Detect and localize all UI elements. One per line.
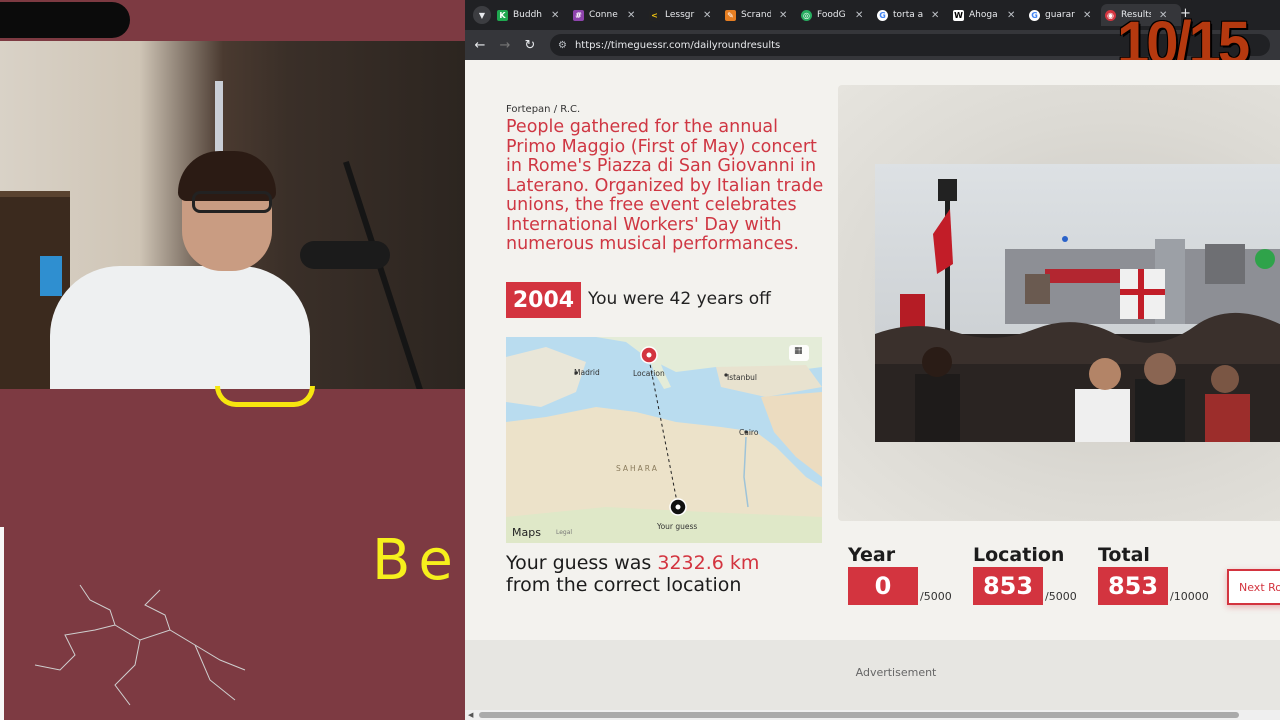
streamer-glasses	[192, 191, 272, 213]
tab-ahoga[interactable]: W Ahoga ✕	[953, 4, 1025, 26]
scrollbar-thumb[interactable]	[479, 712, 1239, 718]
yellow-drawing-stroke	[215, 386, 315, 407]
browser-window: ▼ K Buddh ✕ # Conne ✕ < Lessgr ✕ ✎ Scran…	[465, 0, 1280, 720]
arrow-right-icon: →	[499, 37, 511, 53]
back-button[interactable]: ←	[471, 36, 489, 54]
tab-conne[interactable]: # Conne ✕	[573, 4, 645, 26]
white-edge	[0, 527, 4, 720]
forward-button[interactable]: →	[496, 36, 514, 54]
map-label-sahara: SAHARA	[616, 464, 659, 473]
scribble-drawing	[34, 584, 246, 706]
close-icon[interactable]: ✕	[703, 10, 711, 21]
photo-credit: Fortepan / R.C.	[506, 104, 581, 115]
guess-distance-text: Your guess was 3232.6 km from the correc…	[506, 552, 760, 596]
map-graphic	[506, 337, 822, 543]
close-icon[interactable]: ✕	[1083, 10, 1091, 21]
map-label-madrid: Madrid	[574, 368, 600, 377]
close-icon[interactable]: ✕	[1007, 10, 1015, 21]
location-score-max: /5000	[1045, 590, 1077, 603]
next-round-button[interactable]: Next Ro	[1227, 569, 1280, 605]
close-icon[interactable]: ✕	[551, 10, 559, 21]
map-type-icon[interactable]: ▦	[794, 346, 803, 356]
map-label-cairo: Cairo	[739, 428, 759, 437]
tab-torta[interactable]: G torta a ✕	[877, 4, 949, 26]
webcam-feed	[0, 41, 465, 389]
microphone	[300, 241, 390, 269]
total-score-value: 853	[1098, 567, 1168, 605]
tab-scrand[interactable]: ✎ Scrand ✕	[725, 4, 797, 26]
maps-logo: Maps	[512, 526, 541, 539]
black-brush-stroke	[0, 2, 130, 38]
scroll-left-icon[interactable]: ◀	[468, 711, 473, 719]
site-settings-icon[interactable]: ⚙	[558, 40, 567, 51]
location-score-label: Location	[973, 544, 1065, 566]
year-score-max: /5000	[920, 590, 952, 603]
scramble-icon: ✎	[725, 9, 736, 21]
round-photo	[875, 164, 1280, 442]
wikipedia-icon: W	[953, 9, 964, 21]
concert-crowd-image	[875, 164, 1280, 442]
grid-icon: #	[573, 9, 584, 21]
reload-button[interactable]: ↻	[521, 36, 539, 54]
cup	[40, 256, 62, 296]
google-icon: G	[877, 9, 888, 21]
guess-distance-value: 3232.6 km	[657, 552, 760, 574]
results-page: Fortepan / R.C. People gathered for the …	[465, 60, 1280, 720]
tab-guarar[interactable]: G guarar ✕	[1029, 4, 1101, 26]
horizontal-scrollbar[interactable]: ◀	[465, 710, 1280, 720]
chevron-icon: <	[649, 9, 660, 21]
event-description: People gathered for the annual Primo Mag…	[506, 117, 824, 254]
year-score-label: Year	[848, 544, 896, 566]
tab-search-button[interactable]: ▼	[473, 6, 491, 24]
map-label-your-guess: Your guess	[657, 522, 698, 531]
years-off-text: You were 42 years off	[588, 289, 771, 309]
map-label-location: Location	[633, 369, 665, 378]
close-icon[interactable]: ✕	[779, 10, 787, 21]
mic-arm	[343, 160, 423, 389]
globe-icon: ◎	[801, 9, 812, 21]
tab-lessgr[interactable]: < Lessgr ✕	[649, 4, 721, 26]
chevron-down-icon: ▼	[478, 10, 486, 20]
google-icon: G	[1029, 9, 1040, 21]
handwriting-text: Be	[372, 528, 461, 593]
map-label-istanbul: Istanbul	[727, 373, 758, 382]
streamer-shirt	[50, 266, 310, 389]
correct-year-badge: 2004	[506, 282, 581, 318]
close-icon[interactable]: ✕	[855, 10, 863, 21]
year-score-value: 0	[848, 567, 918, 605]
k-icon: K	[497, 9, 508, 21]
total-score-label: Total	[1098, 544, 1150, 566]
stream-overlay-panel: Be	[0, 0, 465, 720]
timeguessr-icon: ◉	[1105, 9, 1116, 21]
url-text: https://timeguessr.com/dailyroundresults	[574, 39, 781, 51]
map-legal-link[interactable]: Legal	[556, 529, 572, 536]
location-score-value: 853	[973, 567, 1043, 605]
close-icon[interactable]: ✕	[931, 10, 939, 21]
total-score-max: /10000	[1170, 590, 1209, 603]
tab-buddh[interactable]: K Buddh ✕	[497, 4, 569, 26]
tab-foodg[interactable]: ◎ FoodG ✕	[801, 4, 873, 26]
arrow-left-icon: ←	[474, 37, 486, 53]
reload-icon: ↻	[524, 37, 536, 53]
close-icon[interactable]: ✕	[627, 10, 635, 21]
result-map[interactable]: Madrid Location Istanbul Cairo SAHARA Yo…	[506, 337, 822, 543]
advertisement-label: Advertisement	[855, 666, 937, 679]
